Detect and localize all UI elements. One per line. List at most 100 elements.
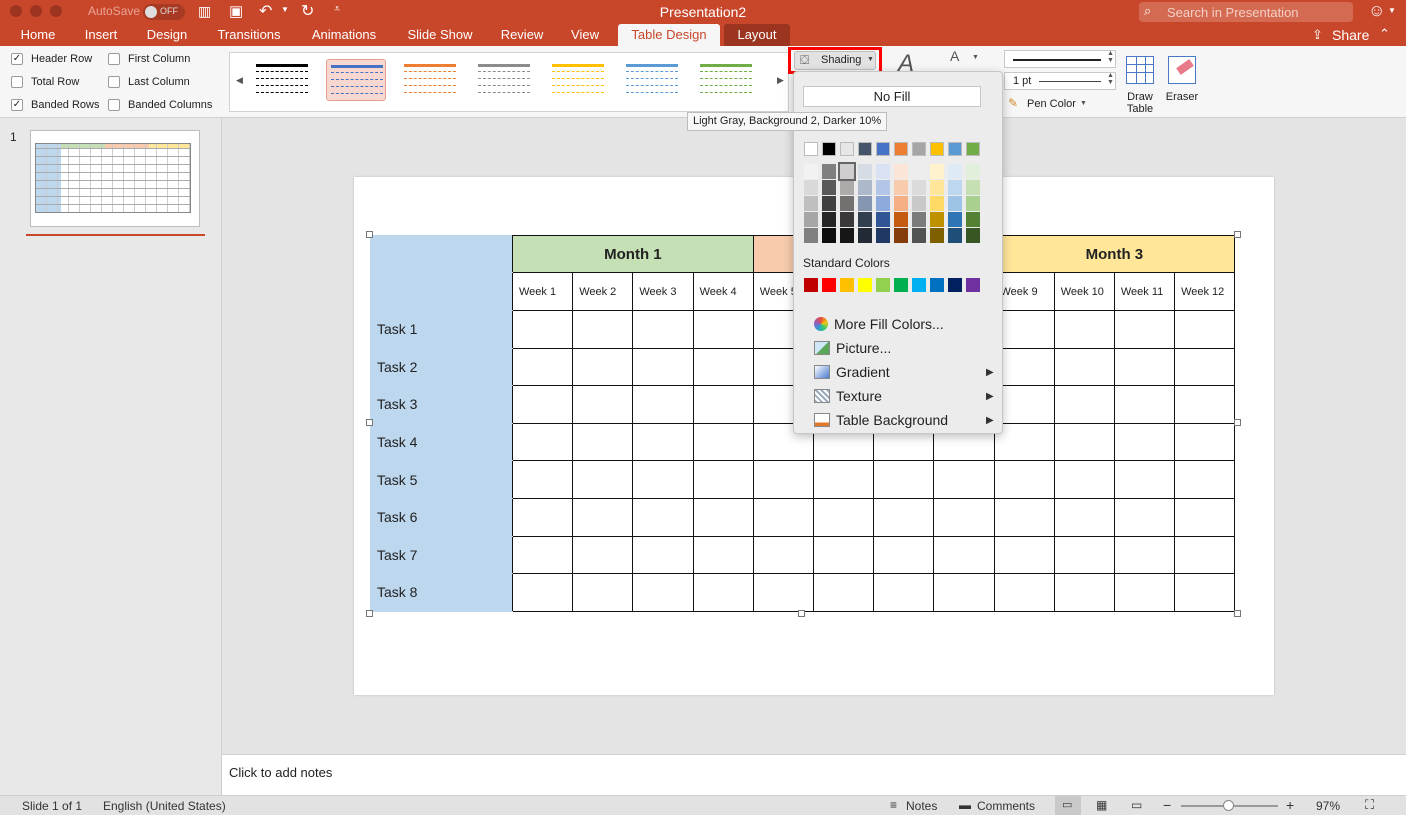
theme-shade-swatch[interactable] [840,212,854,227]
theme-shade-swatch[interactable] [822,212,836,227]
tab-animations[interactable]: Animations [302,24,386,46]
table-cell[interactable] [632,497,694,537]
theme-shade-swatch[interactable] [804,164,818,179]
table-cell[interactable] [993,347,1055,387]
table-cell[interactable] [1053,422,1115,462]
table-cell[interactable] [1174,535,1236,575]
theme-shade-swatch[interactable] [930,196,944,211]
table-cell[interactable] [1053,310,1115,349]
theme-shade-swatch[interactable] [930,180,944,195]
table-cell[interactable] [1053,535,1115,575]
theme-shade-swatch[interactable] [876,196,890,211]
theme-shade-swatch[interactable] [912,164,926,179]
table-cell[interactable] [1113,535,1176,575]
draw-table-label-2[interactable]: Table [1126,103,1154,115]
table-cell[interactable] [572,573,634,612]
table-cell[interactable] [692,573,754,612]
table-cell[interactable] [1174,310,1236,349]
menu-item-more-fill-colors[interactable]: More Fill Colors... [814,314,944,334]
task-label-cell[interactable]: Task 5 [370,460,513,499]
table-cell[interactable] [933,535,995,575]
theme-shade-swatch[interactable] [858,180,872,195]
eraser-icon[interactable] [1168,56,1196,84]
table-cell[interactable] [572,497,634,537]
normal-view-button[interactable]: ▭ [1055,796,1081,815]
week-header-cell[interactable]: Week 4 [692,272,754,311]
pen-color-dropdown-icon[interactable]: ▼ [1080,100,1087,107]
shading-dropdown-icon[interactable]: ▼ [867,56,874,63]
table-cell[interactable] [1113,460,1176,499]
draw-table-label-1[interactable]: Draw [1126,91,1154,103]
theme-shade-swatch[interactable] [966,196,980,211]
zoom-level[interactable]: 97% [1316,799,1340,813]
fit-slide-icon[interactable]: ⛶ [1365,797,1374,813]
table-cell[interactable] [511,535,574,575]
standard-color-swatch[interactable] [966,278,980,292]
notes-button[interactable]: Notes [906,799,937,813]
table-cell[interactable] [1113,573,1176,612]
pen-weight-select[interactable]: 1 pt ▲ ▼ [1004,72,1116,90]
table-cell[interactable] [511,310,574,349]
theme-shade-swatch[interactable] [876,212,890,227]
table-cell[interactable] [1174,497,1236,537]
table-cell[interactable] [1174,422,1236,462]
share-button[interactable]: Share [1332,27,1369,43]
theme-shade-swatch[interactable] [912,196,926,211]
week-header-cell[interactable]: Week 2 [572,272,634,311]
comments-icon[interactable]: ▬ [959,798,971,812]
month-header-cell[interactable]: Month 1 [512,235,754,273]
table-cell[interactable] [993,460,1055,499]
pen-style-stepper-icon[interactable]: ▲ ▼ [1107,50,1114,64]
standard-color-swatch[interactable] [912,278,926,292]
table-cell[interactable] [1174,460,1236,499]
theme-shade-swatch[interactable] [912,212,926,227]
table-cell[interactable] [812,460,875,499]
theme-color-swatch[interactable] [912,142,926,156]
text-color-icon[interactable]: A [950,48,959,64]
task-label-cell[interactable]: Task 8 [370,573,513,612]
table-cell[interactable] [1113,422,1176,462]
total-row-checkbox[interactable] [11,76,23,88]
table-cell[interactable] [632,347,694,387]
theme-shade-swatch[interactable] [948,164,962,179]
theme-color-swatch[interactable] [822,142,836,156]
notes-pane[interactable]: Click to add notes [222,754,1406,795]
table-cell[interactable] [873,535,935,575]
month-header-cell[interactable]: Month 3 [993,235,1236,273]
standard-color-swatch[interactable] [894,278,908,292]
corner-cell[interactable] [370,272,513,311]
theme-shade-swatch[interactable] [930,212,944,227]
search-box[interactable]: ⌕ Search in Presentation [1139,2,1353,22]
table-cell[interactable] [1174,385,1236,424]
table-cell[interactable] [1113,347,1176,387]
theme-shade-swatch[interactable] [948,196,962,211]
pen-color-label[interactable]: Pen Color [1027,98,1076,110]
resize-handle-bottom-right[interactable] [1234,610,1241,617]
banded-columns-checkbox[interactable] [108,99,120,111]
table-cell[interactable] [752,535,814,575]
theme-shade-swatch[interactable] [948,212,962,227]
table-cell[interactable] [993,573,1055,612]
tab-transitions[interactable]: Transitions [208,24,290,46]
table-cell[interactable] [572,310,634,349]
table-cell[interactable] [632,310,694,349]
table-cell[interactable] [511,460,574,499]
resize-handle-right[interactable] [1234,419,1241,426]
collapse-ribbon-icon[interactable]: ⌃ [1379,26,1390,42]
theme-shade-swatch[interactable] [858,228,872,243]
theme-shade-swatch[interactable] [822,228,836,243]
theme-shade-swatch[interactable] [822,180,836,195]
theme-shade-swatch[interactable] [894,180,908,195]
table-cell[interactable] [692,422,754,462]
theme-shade-swatch[interactable] [966,212,980,227]
theme-shade-swatch[interactable] [804,180,818,195]
table-cell[interactable] [993,310,1055,349]
zoom-slider-thumb[interactable] [1223,800,1234,811]
table-cell[interactable] [1053,573,1115,612]
table-cell[interactable] [933,460,995,499]
week-header-cell[interactable]: Week 10 [1053,272,1115,311]
theme-shade-swatch[interactable] [948,228,962,243]
menu-item-picture[interactable]: Picture... [814,338,891,358]
week-header-cell[interactable]: Week 12 [1174,272,1236,311]
standard-color-swatch[interactable] [804,278,818,292]
